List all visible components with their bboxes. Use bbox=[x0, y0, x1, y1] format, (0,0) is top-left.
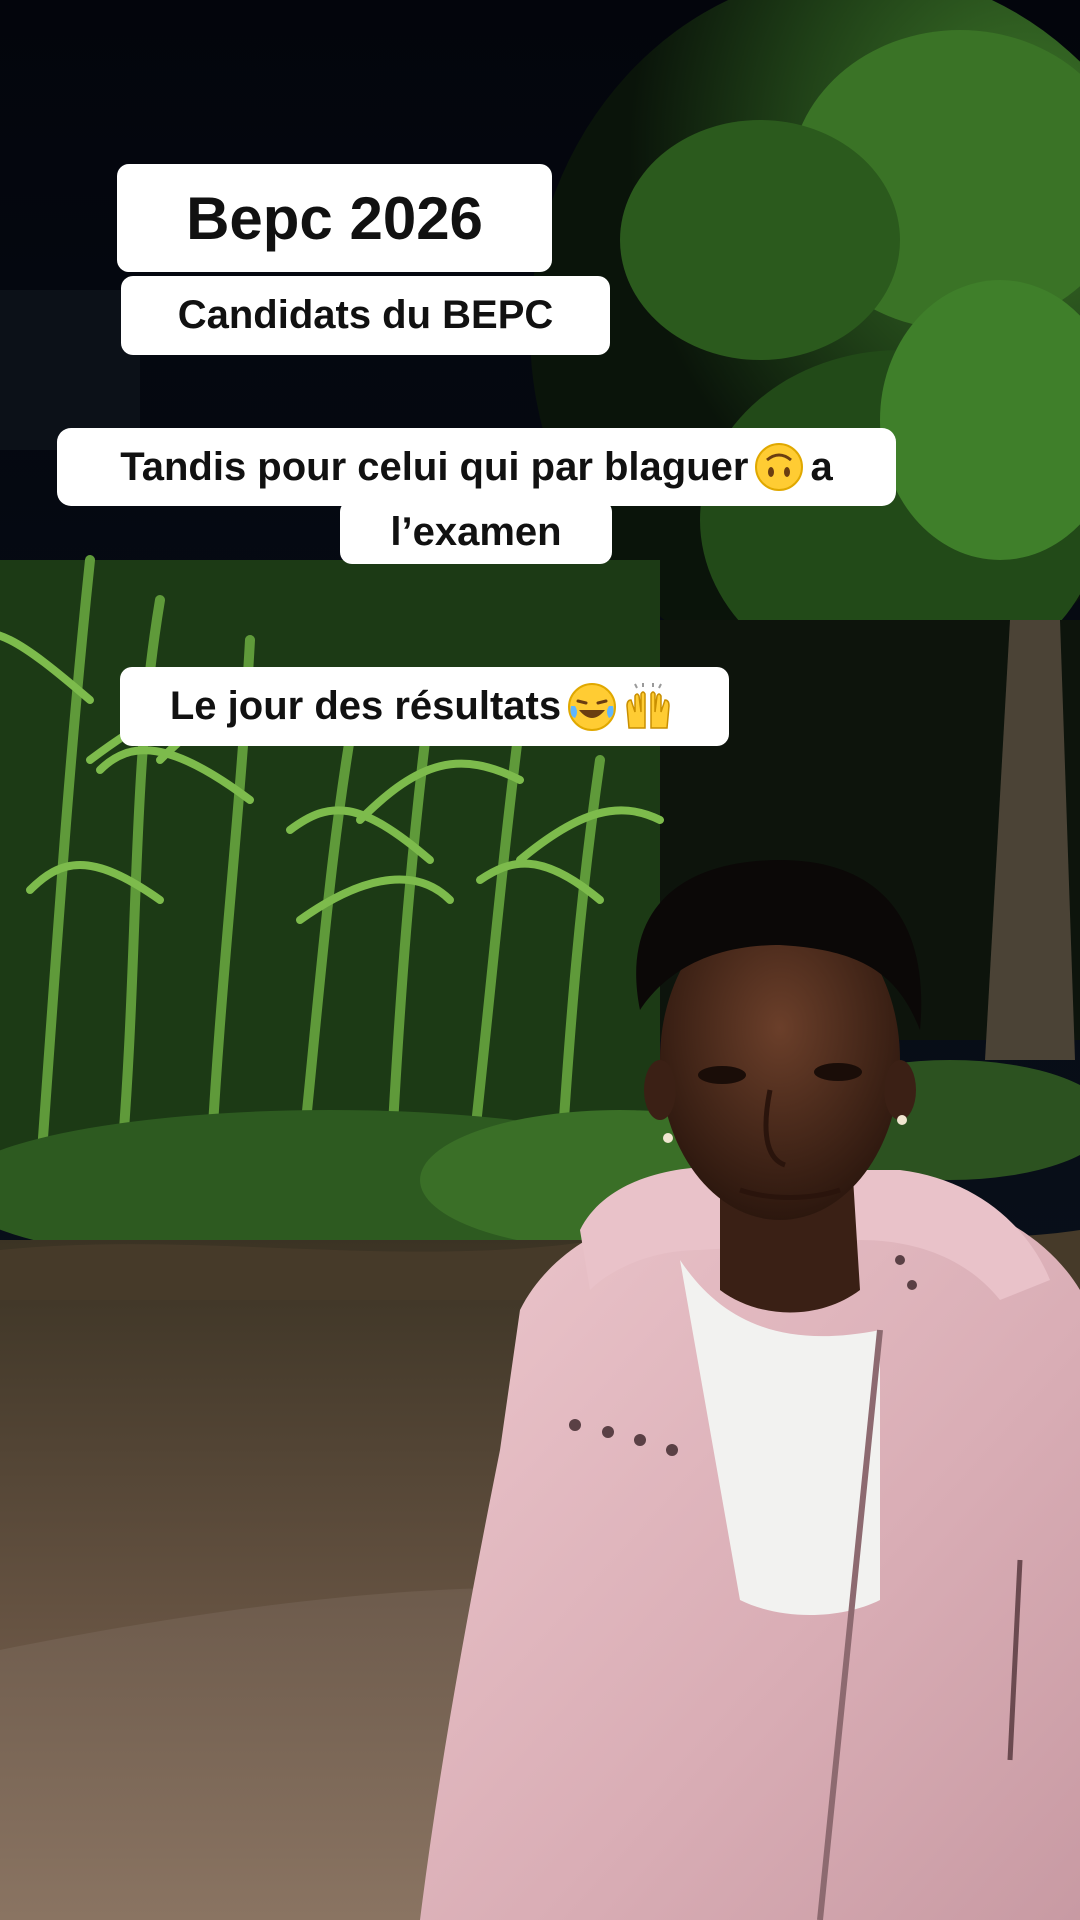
caption-title: Bepc 2026 bbox=[117, 164, 552, 272]
caption-results: Le jour des résultats bbox=[120, 667, 729, 746]
upside-down-face-icon bbox=[755, 443, 804, 491]
caption-line1-end: a bbox=[810, 444, 833, 489]
caption-line1: Tandis pour celui qui par blaguer a bbox=[57, 428, 896, 506]
caption-subtitle-text: Candidats du BEPC bbox=[177, 293, 554, 337]
raising-hands-icon bbox=[626, 682, 670, 729]
caption-subtitle: Candidats du BEPC bbox=[121, 276, 610, 355]
caption-line2: l’examen bbox=[340, 500, 612, 564]
tears-of-joy-icon bbox=[568, 682, 617, 731]
caption-title-text: Bepc 2026 bbox=[186, 184, 483, 252]
caption-line1-text: Tandis pour celui qui par blaguer bbox=[120, 444, 749, 489]
caption-line2-text: l’examen bbox=[390, 509, 562, 554]
caption-results-text: Le jour des résultats bbox=[169, 684, 562, 728]
